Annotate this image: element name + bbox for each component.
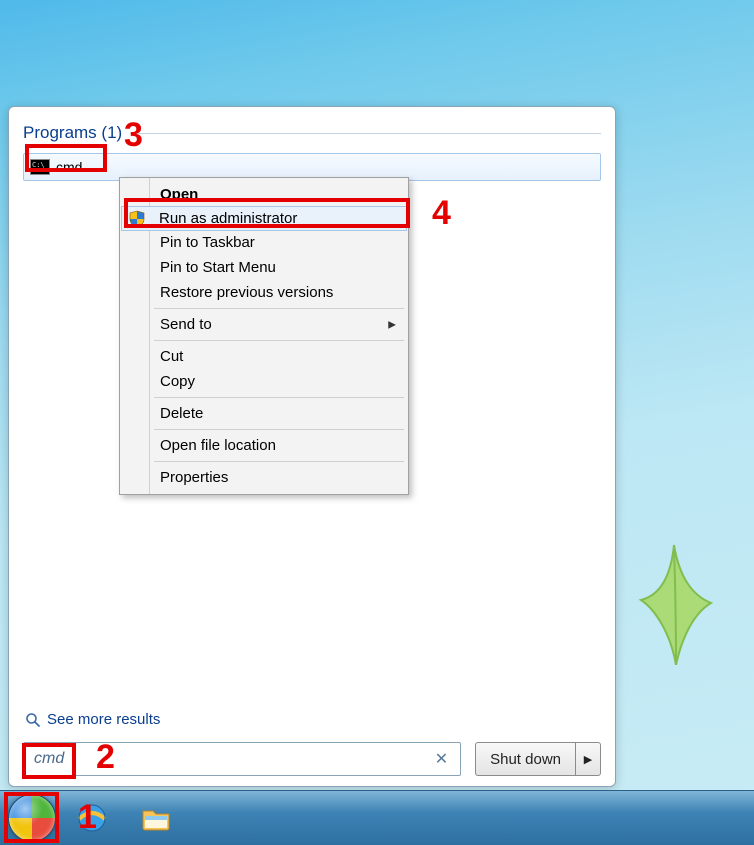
taskbar [0,790,754,845]
ctx-copy[interactable]: Copy [122,369,406,394]
search-input[interactable] [32,749,431,769]
start-panel-bottom-row: ✕ Shut down ▶ [23,742,601,776]
ctx-run-as-administrator-label: Run as administrator [159,210,297,227]
ctx-separator [154,461,404,462]
ctx-separator [154,429,404,430]
ctx-pin-taskbar-label: Pin to Taskbar [160,234,255,251]
start-button[interactable] [8,794,56,842]
results-section-header: Programs (1) [23,123,601,143]
shutdown-label: Shut down [490,751,561,768]
ctx-separator [154,397,404,398]
ctx-open-label: Open [160,186,198,203]
taskbar-ie-button[interactable] [64,797,120,839]
ctx-run-as-administrator[interactable]: Run as administrator [121,206,407,231]
chevron-right-icon: ▶ [584,753,592,766]
search-box[interactable]: ✕ [23,742,461,776]
desktop-leaf-decoration [616,515,736,665]
ctx-open-file-location[interactable]: Open file location [122,433,406,458]
ctx-cut[interactable]: Cut [122,344,406,369]
search-result-label: cmd [56,159,82,175]
ctx-properties[interactable]: Properties [122,465,406,490]
ctx-restore-previous[interactable]: Restore previous versions [122,280,406,305]
ctx-open[interactable]: Open [122,182,406,207]
ctx-restore-previous-label: Restore previous versions [160,284,333,301]
ctx-delete[interactable]: Delete [122,401,406,426]
start-search-panel: Programs (1) cmd Open Run as administrat… [8,106,616,787]
clear-search-icon[interactable]: ✕ [431,749,452,769]
search-icon [25,712,41,728]
submenu-arrow-icon: ▶ [388,319,396,330]
ctx-delete-label: Delete [160,405,203,422]
ctx-separator [154,308,404,309]
shutdown-button[interactable]: Shut down [475,742,575,776]
ctx-separator [154,340,404,341]
ctx-cut-label: Cut [160,348,183,365]
ctx-send-to[interactable]: Send to ▶ [122,312,406,337]
shield-icon [128,210,146,228]
ctx-pin-start[interactable]: Pin to Start Menu [122,255,406,280]
ctx-send-to-label: Send to [160,316,212,333]
ctx-open-file-location-label: Open file location [160,437,276,454]
taskbar-explorer-button[interactable] [128,797,184,839]
see-more-results-label: See more results [47,711,160,728]
context-menu: Open Run as administrator Pin to Taskbar… [119,177,409,495]
results-section-title: Programs (1) [23,123,122,143]
ctx-pin-start-label: Pin to Start Menu [160,259,276,276]
ctx-copy-label: Copy [160,373,195,390]
shutdown-options-button[interactable]: ▶ [575,742,601,776]
shutdown-split-button: Shut down ▶ [475,742,601,776]
cmd-icon [30,159,50,175]
header-divider [130,133,601,134]
ctx-properties-label: Properties [160,469,228,486]
see-more-results-link[interactable]: See more results [25,711,601,728]
ctx-pin-taskbar[interactable]: Pin to Taskbar [122,230,406,255]
